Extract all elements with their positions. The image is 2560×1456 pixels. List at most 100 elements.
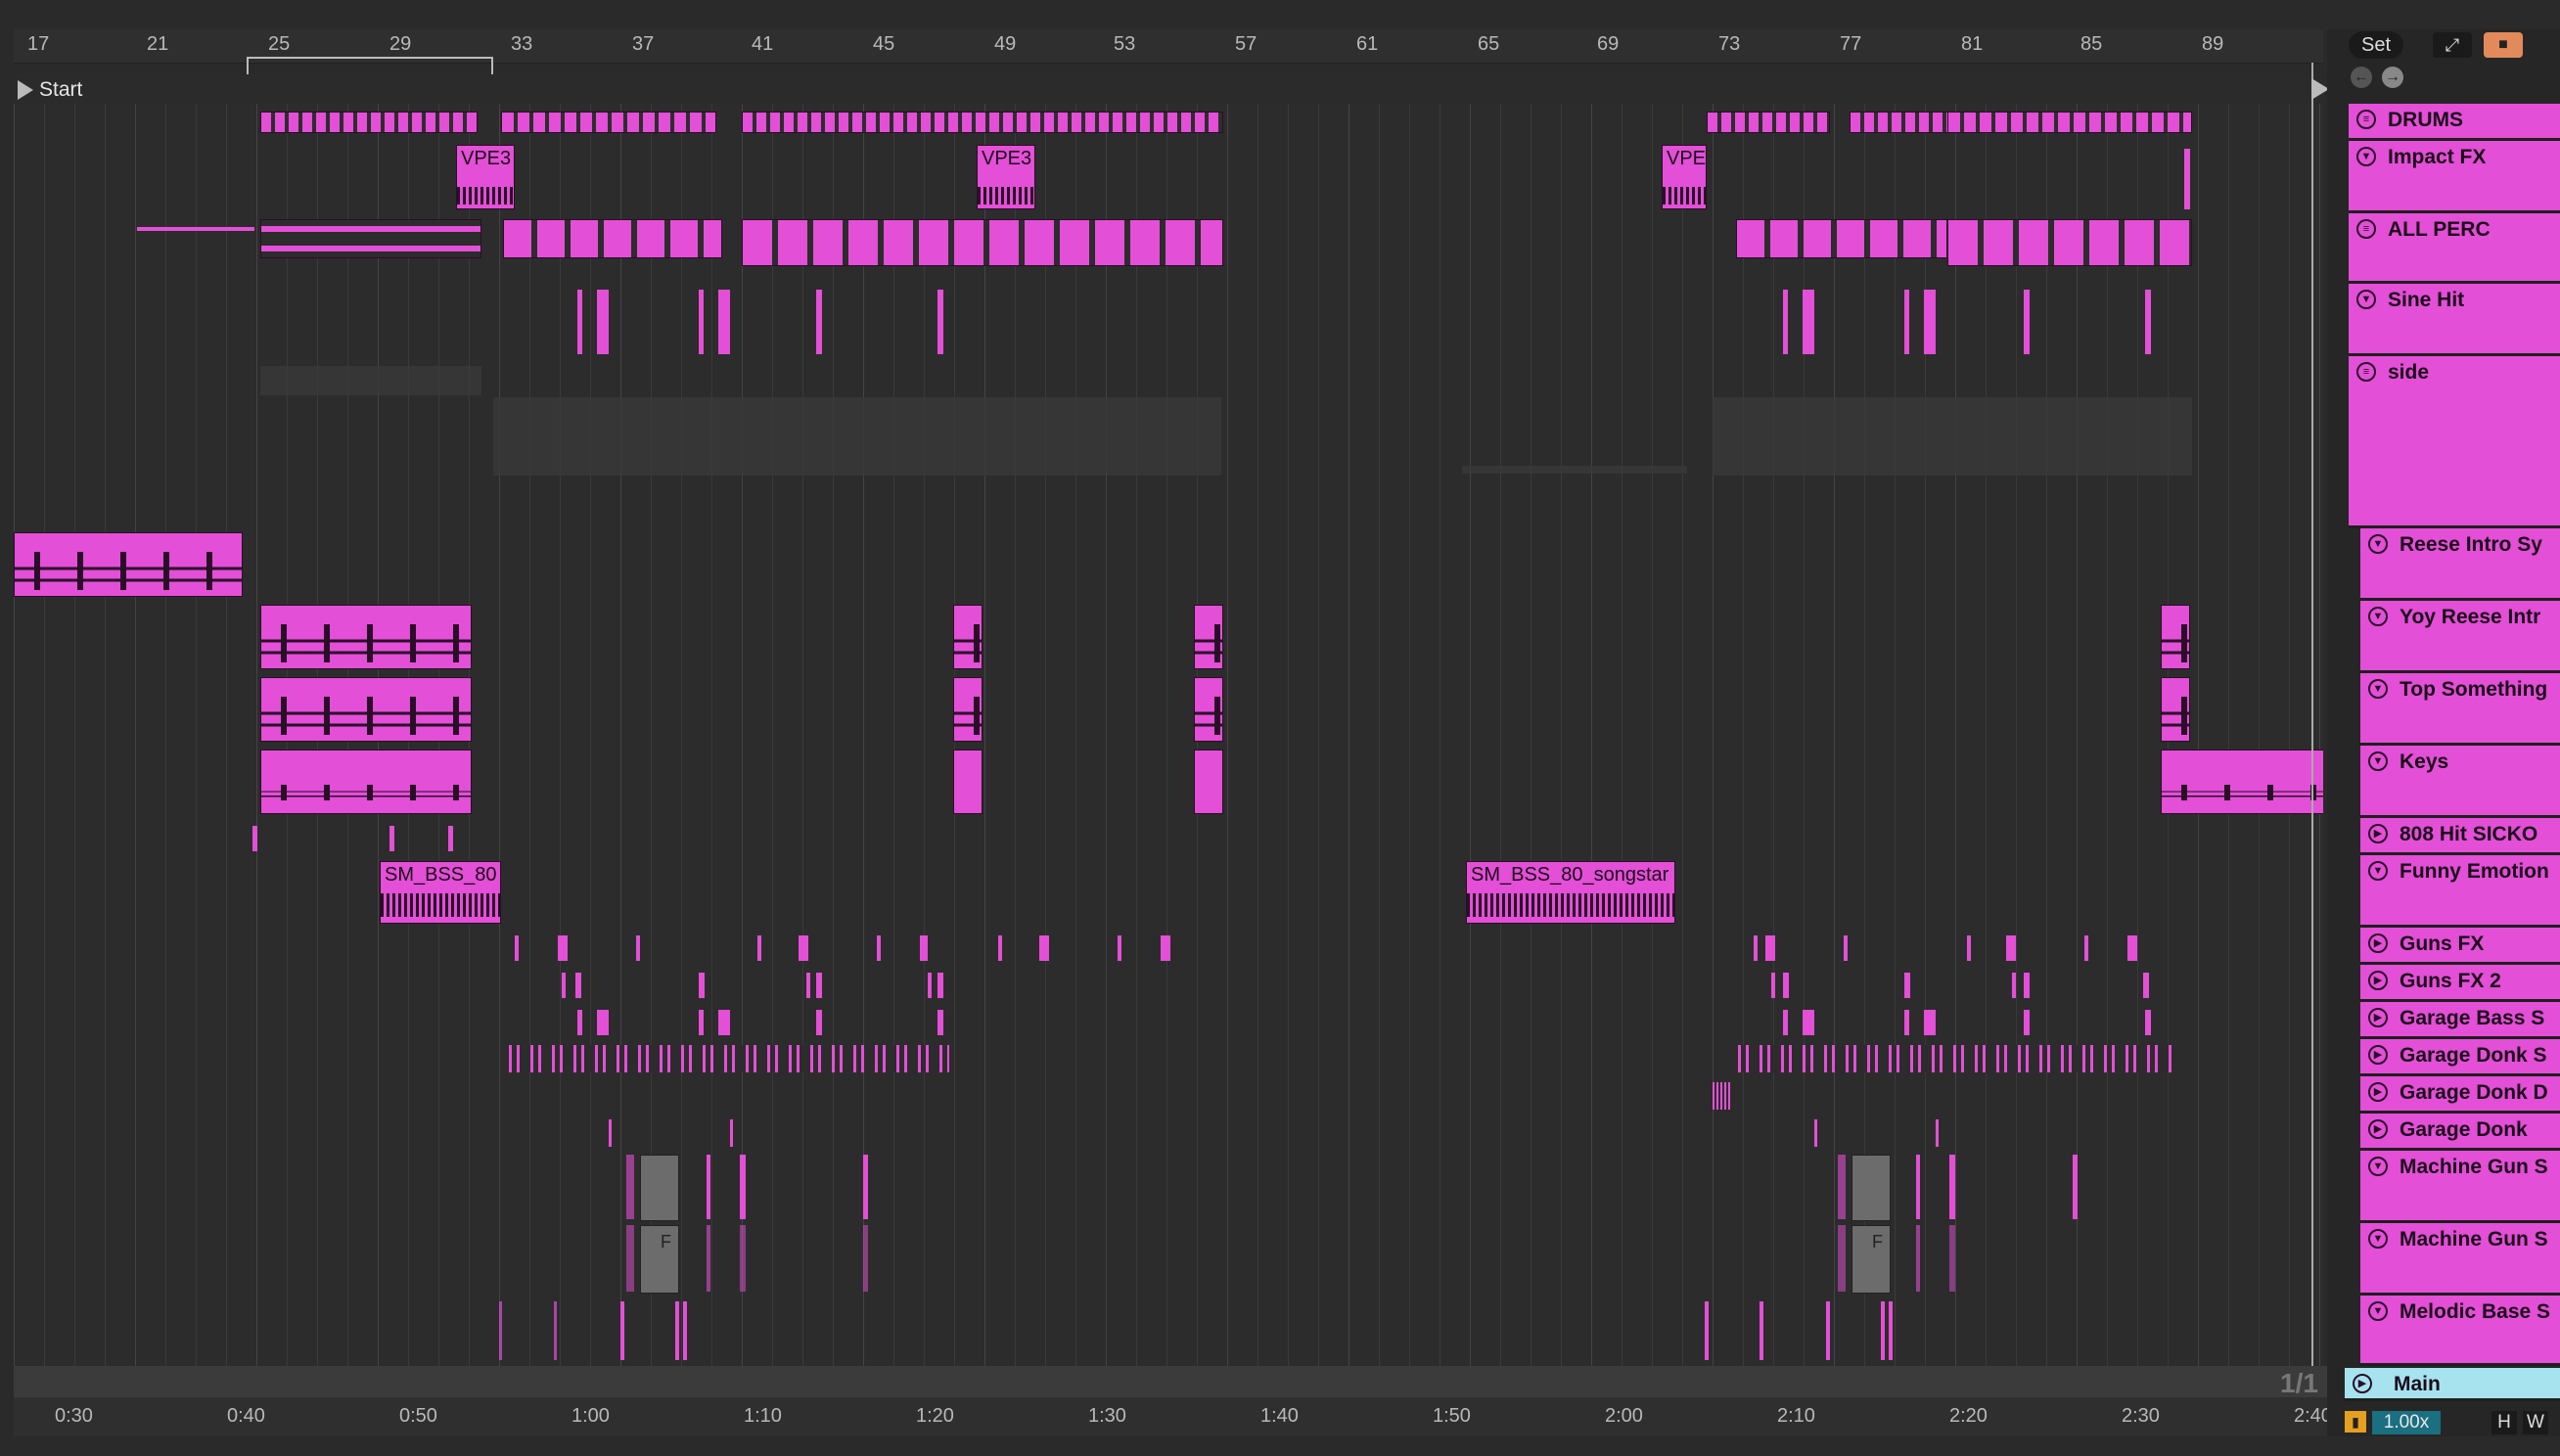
sine-hit-clip[interactable]	[597, 290, 609, 354]
sine-hit-clip[interactable]	[1803, 290, 1814, 354]
sine-hit-clip[interactable]	[577, 290, 582, 354]
drums-clip[interactable]	[260, 112, 478, 133]
yoy-reese-clip[interactable]	[2161, 605, 2190, 669]
garage-bass-clip[interactable]	[937, 1010, 943, 1035]
garage-bass-clip[interactable]	[1803, 1010, 1814, 1035]
guns-fx-clip[interactable]	[998, 935, 1002, 961]
set-button[interactable]: Set	[2349, 31, 2403, 59]
machine-gun-clip[interactable]	[1838, 1155, 1846, 1219]
arrow-left-icon[interactable]: ←	[2351, 67, 2372, 88]
track-header-drums[interactable]: ≡ DRUMS	[2349, 104, 2560, 141]
tempo-follow-icon[interactable]: ▮	[2345, 1411, 2366, 1433]
track-header-808-hit[interactable]: ▶ 808 Hit SICKO	[2360, 818, 2560, 855]
track-header-funny-emotion[interactable]: ▼ Funny Emotion	[2360, 855, 2560, 928]
perc-clip[interactable]	[1736, 219, 1947, 258]
lane-machine-gun-2[interactable]	[14, 1223, 2323, 1298]
sine-hit-clip[interactable]	[1783, 290, 1788, 354]
guns-fx-clip[interactable]	[1118, 935, 1121, 961]
machine-gun-2-clip[interactable]	[1838, 1225, 1846, 1292]
play-icon[interactable]: ▶	[2368, 933, 2388, 953]
guns-fx-clip[interactable]	[757, 935, 761, 961]
track-header-garage-bass[interactable]: ▶ Garage Bass S	[2360, 1002, 2560, 1039]
lane-melodic-base[interactable]	[14, 1296, 2323, 1366]
track-header-yoy-reese[interactable]: ▼ Yoy Reese Intr	[2360, 601, 2560, 673]
melodic-base-clip[interactable]	[1826, 1301, 1830, 1360]
sine-hit-clip[interactable]	[1904, 290, 1909, 354]
lane-reese-intro[interactable]	[14, 528, 2323, 604]
guns-fx-2-clip[interactable]	[1783, 973, 1789, 998]
machine-gun-2-clip[interactable]	[707, 1225, 710, 1292]
drums-clip[interactable]	[1850, 112, 1953, 133]
machine-gun-2-clip[interactable]	[1916, 1225, 1920, 1292]
guns-fx-2-clip[interactable]	[806, 973, 810, 998]
guns-fx-clip[interactable]	[1161, 935, 1170, 961]
machine-gun-clip[interactable]	[1851, 1155, 1891, 1221]
keys-clip[interactable]	[260, 750, 472, 814]
guns-fx-2-clip[interactable]	[1771, 973, 1775, 998]
lane-garage-bass[interactable]	[14, 1002, 2323, 1042]
track-header-melodic-base[interactable]: ▼ Melodic Base S	[2360, 1296, 2560, 1366]
lock-icon[interactable]: ■	[2484, 32, 2523, 58]
melodic-base-clip[interactable]	[1760, 1301, 1763, 1360]
track-header-guns-fx[interactable]: ▶ Guns FX	[2360, 928, 2560, 965]
fold-icon[interactable]: ▼	[2368, 861, 2388, 881]
melodic-base-clip[interactable]	[683, 1301, 687, 1360]
guns-fx-clip[interactable]	[515, 935, 519, 961]
lane-funny-emotion[interactable]	[14, 855, 2323, 931]
melodic-base-clip[interactable]	[675, 1301, 679, 1360]
808-hit-clip[interactable]	[389, 826, 394, 851]
guns-fx-clip[interactable]	[799, 935, 808, 961]
drums-clip[interactable]	[742, 112, 1223, 133]
garage-donk-clip[interactable]	[730, 1119, 733, 1147]
play-icon[interactable]: ▶	[2368, 1008, 2388, 1027]
machine-gun-clip[interactable]	[707, 1155, 710, 1219]
garage-donk-clip[interactable]	[1814, 1119, 1817, 1147]
garage-bass-clip[interactable]	[1904, 1010, 1909, 1035]
guns-fx-clip[interactable]	[2006, 935, 2016, 961]
zoom-level[interactable]: 1.00x	[2372, 1411, 2441, 1434]
sine-hit-clip[interactable]	[937, 290, 943, 354]
machine-gun-clip[interactable]	[626, 1155, 634, 1219]
track-header-garage-donk-d[interactable]: ▶ Garage Donk D	[2360, 1076, 2560, 1114]
garage-bass-clip[interactable]	[2024, 1010, 2030, 1035]
group-icon[interactable]: ≡	[2356, 362, 2376, 382]
machine-gun-2-clip[interactable]	[740, 1225, 746, 1292]
melodic-base-clip[interactable]	[554, 1301, 557, 1360]
lane-machine-gun-1[interactable]	[14, 1151, 2323, 1226]
melodic-base-clip[interactable]	[1705, 1301, 1709, 1360]
fold-icon[interactable]: ▼	[2368, 679, 2388, 699]
garage-bass-clip[interactable]	[718, 1010, 730, 1035]
perc-line[interactable]	[137, 227, 254, 231]
melodic-base-clip[interactable]	[499, 1301, 502, 1360]
drums-clip[interactable]	[1947, 112, 2192, 133]
locator-row[interactable]: Start	[14, 74, 2323, 105]
garage-donk-s-clip[interactable]	[509, 1045, 949, 1072]
time-ruler[interactable]: 0:30 0:40 0:50 1:00 1:10 1:20 1:30 1:40 …	[14, 1397, 2343, 1436]
machine-gun-clip[interactable]	[1949, 1155, 1955, 1219]
play-icon[interactable]: ▶	[2368, 1082, 2388, 1102]
sine-hit-clip[interactable]	[816, 290, 822, 354]
lane-impact-fx[interactable]	[14, 141, 2323, 216]
track-header-garage-donk-s[interactable]: ▶ Garage Donk S	[2360, 1039, 2560, 1076]
melodic-base-clip[interactable]	[1881, 1301, 1885, 1360]
lane-garage-donk-d[interactable]	[14, 1076, 2323, 1116]
yoy-reese-clip[interactable]	[260, 605, 472, 669]
garage-bass-clip[interactable]	[1783, 1010, 1788, 1035]
guns-fx-clip[interactable]	[2084, 935, 2088, 961]
guns-fx-2-clip[interactable]	[816, 973, 822, 998]
lane-808-hit[interactable]	[14, 818, 2323, 858]
loop-brace[interactable]	[247, 57, 493, 74]
group-icon[interactable]: ≡	[2356, 219, 2376, 239]
track-header-all-perc[interactable]: ≡ ALL PERC	[2349, 213, 2560, 284]
impact-blip[interactable]	[2184, 149, 2190, 209]
lane-sine-hit[interactable]	[14, 284, 2323, 359]
sine-hit-clip[interactable]	[2024, 290, 2030, 354]
guns-fx-clip[interactable]	[1039, 935, 1049, 961]
track-header-garage-donk[interactable]: ▶ Garage Donk	[2360, 1114, 2560, 1151]
fold-icon[interactable]: ▼	[2368, 534, 2388, 554]
808-hit-clip[interactable]	[252, 826, 257, 851]
yoy-reese-clip[interactable]	[1194, 605, 1223, 669]
garage-donk-s-clip[interactable]	[1738, 1045, 2172, 1072]
machine-gun-2-clip[interactable]: F	[640, 1225, 679, 1294]
guns-fx-clip[interactable]	[1844, 935, 1848, 961]
